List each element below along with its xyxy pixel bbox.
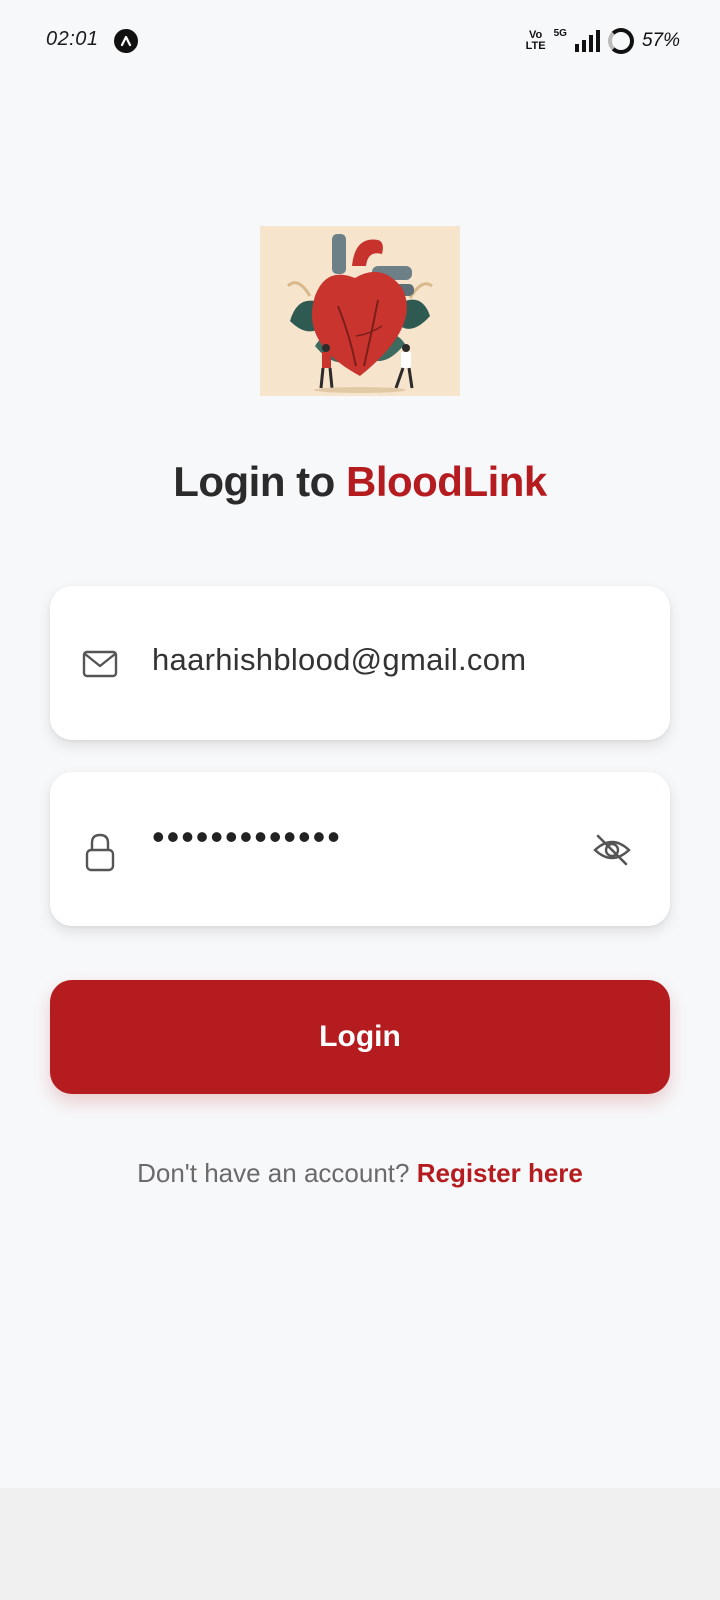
- signal-icon: [574, 30, 600, 52]
- password-field[interactable]: •••••••••••••: [50, 772, 670, 926]
- login-button[interactable]: Login: [50, 980, 670, 1094]
- email-field[interactable]: haarhishblood@gmail.com: [50, 586, 670, 740]
- page-title: Login to BloodLink: [0, 458, 720, 506]
- register-link[interactable]: Register here: [417, 1158, 583, 1188]
- lock-icon: [82, 832, 118, 872]
- status-bar: 02:01 Vo LTE 5G 57%: [0, 0, 720, 84]
- register-text: Don't have an account?: [137, 1158, 417, 1188]
- mail-icon: [82, 646, 118, 682]
- brand-name: BloodLink: [345, 458, 547, 505]
- password-input-value[interactable]: •••••••••••••: [152, 816, 342, 858]
- battery-percent: 57%: [641, 30, 680, 51]
- navigation-bar-area: [0, 1488, 720, 1600]
- volte-indicator: Vo LTE: [525, 29, 546, 52]
- status-indicators: Vo LTE 5G 57%: [526, 26, 680, 56]
- network-type: 5G: [553, 27, 567, 39]
- title-prefix: Login to: [173, 458, 346, 505]
- register-prompt: Don't have an account? Register here: [0, 1158, 720, 1189]
- battery-icon: [607, 28, 634, 54]
- eye-off-icon[interactable]: [592, 830, 632, 870]
- notification-app-icon: [114, 29, 138, 53]
- email-input-value[interactable]: haarhishblood@gmail.com: [152, 642, 526, 678]
- status-time: 02:01: [46, 28, 99, 50]
- heart-illustration: [260, 226, 460, 396]
